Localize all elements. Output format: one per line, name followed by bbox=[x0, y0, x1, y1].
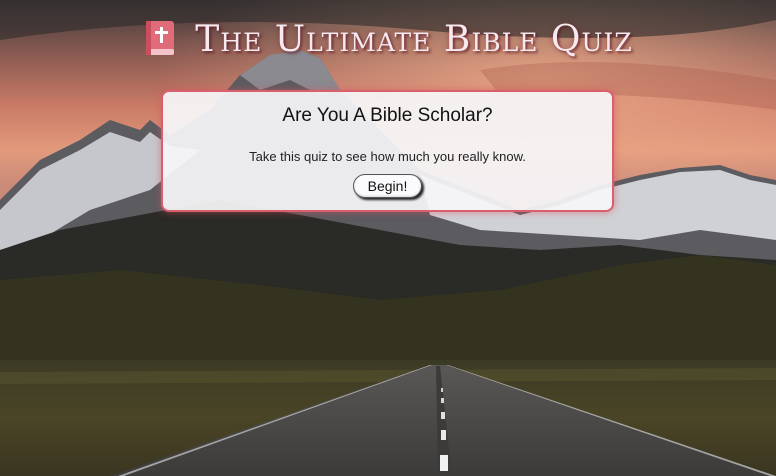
bible-book-icon bbox=[146, 21, 175, 55]
mountain-road-sunset-background bbox=[0, 0, 776, 476]
begin-button[interactable]: Begin! bbox=[352, 174, 423, 198]
page-title: The Ultimate Bible Quiz bbox=[195, 18, 633, 60]
intro-card: Are You A Bible Scholar? Take this quiz … bbox=[161, 90, 614, 212]
app-header: The Ultimate Bible Quiz bbox=[0, 14, 776, 64]
card-heading: Are You A Bible Scholar? bbox=[282, 105, 493, 126]
card-description: Take this quiz to see how much you reall… bbox=[249, 149, 526, 164]
